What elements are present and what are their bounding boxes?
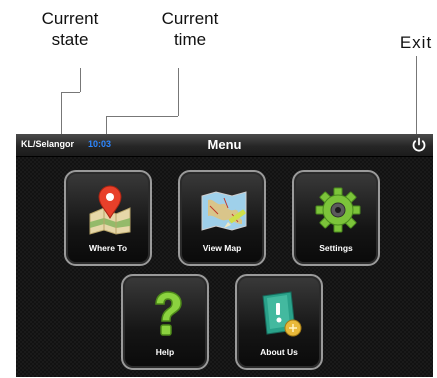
leader-line-exit (416, 56, 417, 134)
navigation-screen: KL/Selangor 10:03 Menu Where To View Map… (16, 134, 433, 377)
leader-line-state-down (61, 92, 62, 140)
menu-title: Menu (207, 137, 242, 152)
top-bar: KL/Selangor 10:03 Menu (16, 134, 433, 157)
question-mark-icon (155, 291, 182, 336)
leader-line-time-horizontal (106, 116, 178, 117)
settings-button[interactable]: Settings (292, 170, 380, 266)
map-pin-icon (89, 185, 131, 235)
callout-exit: Exit (399, 33, 433, 52)
leader-line-state (61, 92, 80, 93)
callout-current-time: Current time (161, 9, 219, 49)
help-button[interactable]: Help (121, 274, 209, 370)
power-icon[interactable] (410, 136, 428, 154)
about-us-button[interactable]: About Us (235, 274, 323, 370)
view-map-button[interactable]: View Map (178, 170, 266, 266)
leader-line-state-vertical (80, 68, 81, 92)
map-icon (201, 191, 247, 231)
leader-line-time-vertical (178, 68, 179, 116)
callout-current-state: Current state (41, 9, 99, 49)
info-icon (262, 291, 302, 337)
where-to-button[interactable]: Where To (64, 170, 152, 266)
menu-grid: Where To View Map Settings Help About Us (16, 157, 433, 377)
gear-icon (315, 187, 361, 233)
